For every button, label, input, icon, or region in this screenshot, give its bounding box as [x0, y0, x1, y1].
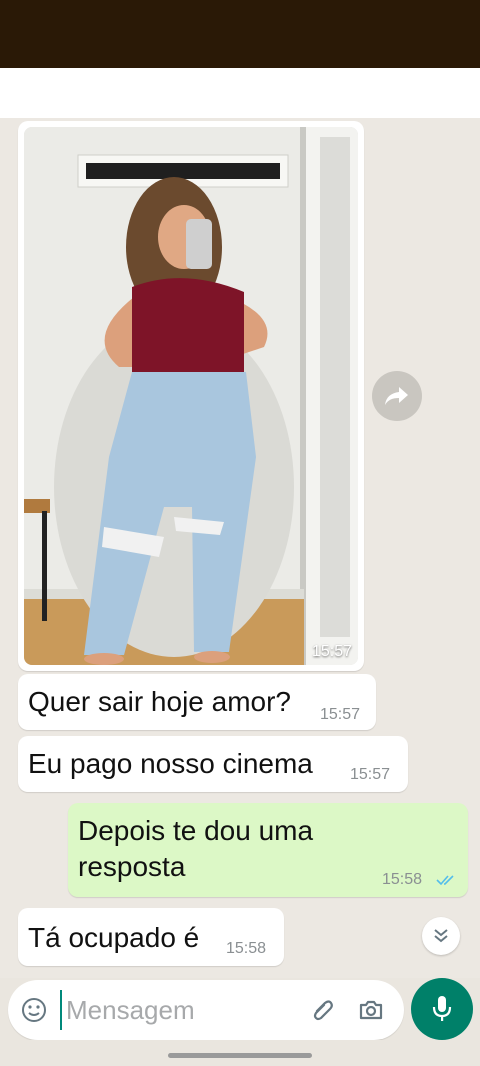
forward-icon: [385, 387, 408, 405]
voice-message-button[interactable]: [411, 978, 473, 1040]
incoming-message[interactable]: Eu pago nosso cinema 15:57: [18, 736, 408, 792]
message-text: Quer sair hoje amor?: [28, 686, 292, 717]
status-bar: [0, 0, 480, 68]
message-time: 15:57: [311, 643, 352, 660]
scroll-to-bottom-button[interactable]: [422, 917, 460, 955]
message-time: 15:57: [350, 766, 391, 783]
emoji-button[interactable]: [20, 996, 48, 1024]
incoming-message[interactable]: Quer sair hoje amor? 15:57: [18, 674, 376, 730]
message-text: Eu pago nosso cinema: [28, 748, 313, 779]
message-time: 15:57: [320, 706, 361, 723]
image-message[interactable]: 15:57: [18, 121, 364, 671]
message-input[interactable]: [60, 990, 306, 1030]
paperclip-icon: [313, 1000, 333, 1021]
message-text-line2: resposta: [78, 851, 186, 882]
emoji-icon: [22, 998, 46, 1022]
chevrons-down-icon: [434, 929, 448, 943]
message-text-line1: Depois te dou uma: [78, 815, 314, 846]
chat-header: [0, 68, 480, 118]
message-time: 15:58: [226, 940, 267, 957]
microphone-icon: [432, 996, 452, 1021]
message-composer: [8, 980, 404, 1040]
double-check-icon: [436, 875, 454, 886]
camera-button[interactable]: [356, 995, 386, 1025]
outgoing-message[interactable]: Depois te dou uma resposta 15:58: [68, 803, 468, 897]
attach-button[interactable]: [308, 995, 338, 1025]
photo-illustration: [24, 127, 358, 665]
incoming-message[interactable]: Tá ocupado é 15:58: [18, 908, 284, 966]
forward-button[interactable]: [372, 371, 422, 421]
home-gesture-handle[interactable]: [168, 1053, 312, 1058]
photo[interactable]: [24, 127, 358, 665]
message-text: Tá ocupado é: [28, 922, 200, 953]
camera-icon: [359, 1000, 383, 1020]
message-time: 15:58: [382, 871, 423, 888]
